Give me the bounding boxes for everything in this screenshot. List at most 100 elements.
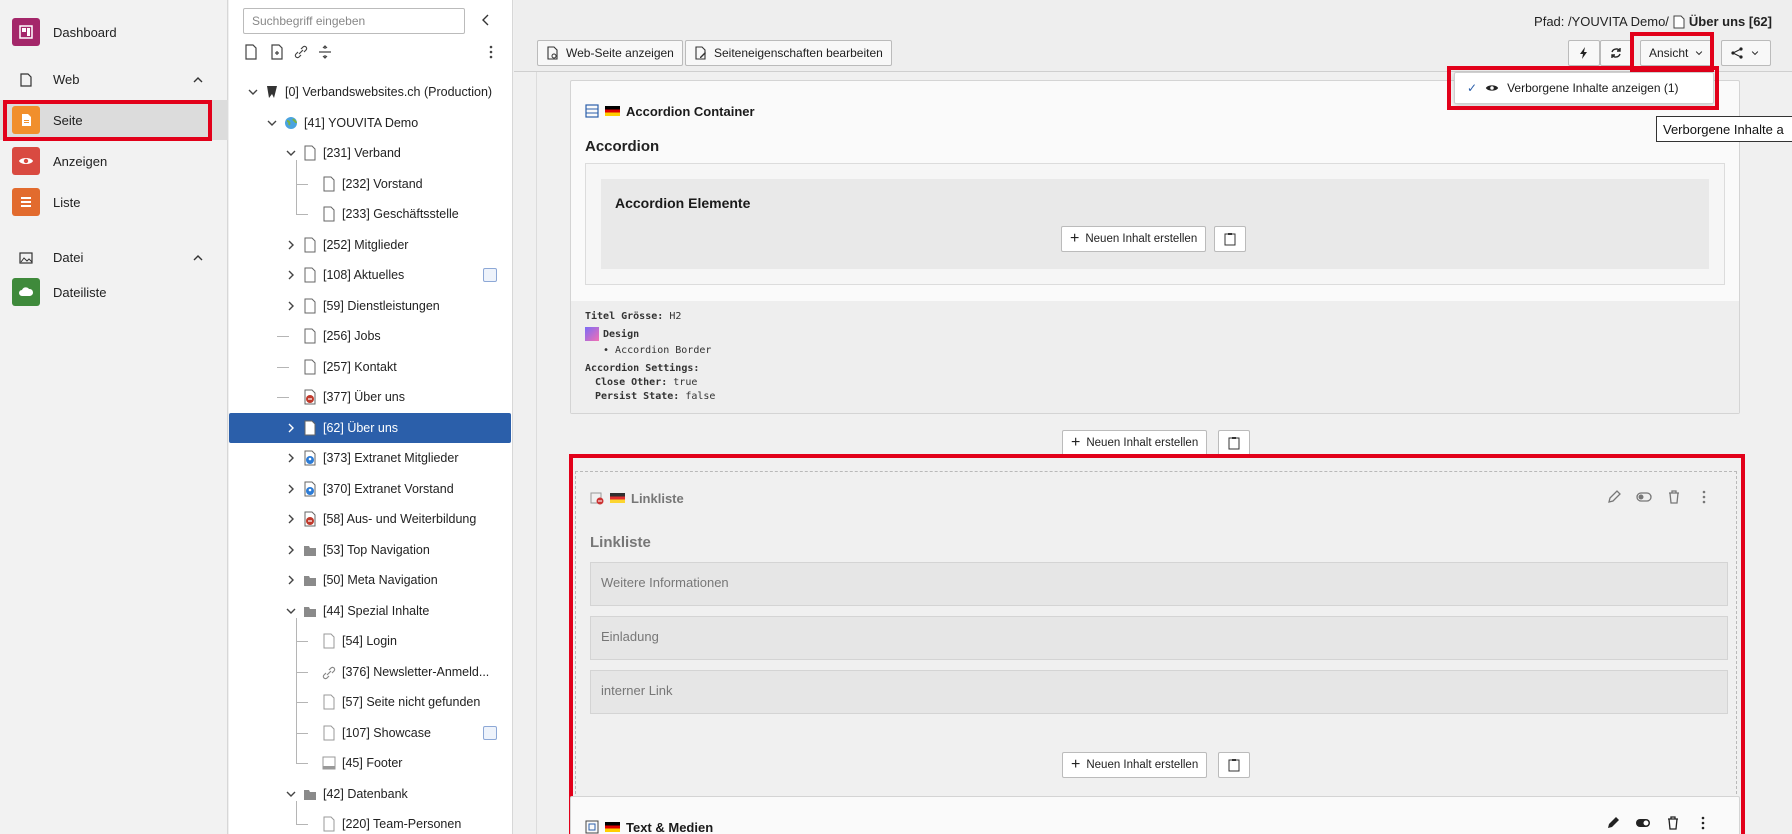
module-liste[interactable]: Liste: [0, 182, 228, 222]
tree-node[interactable]: [220] Team-Personen: [229, 809, 512, 834]
edit-icon[interactable]: [1605, 815, 1621, 831]
toggle-on-icon[interactable]: [1635, 815, 1651, 831]
trash-icon[interactable]: [1666, 489, 1682, 505]
paste-button[interactable]: [1218, 430, 1250, 456]
tree-connector: [277, 336, 289, 337]
tree-node-label: [233] Geschäftsstelle: [342, 207, 459, 221]
chevron-right-icon[interactable]: [285, 544, 297, 556]
tree-node[interactable]: [62] Über uns: [229, 412, 512, 443]
chevron-right-icon[interactable]: [285, 269, 297, 281]
new-content-button[interactable]: + Neuen Inhalt erstellen: [1061, 226, 1207, 252]
module-group-web[interactable]: Web: [0, 60, 228, 100]
module-dateiliste-label: Dateiliste: [53, 284, 107, 300]
tree-node[interactable]: [370] Extranet Vorstand: [229, 474, 512, 504]
edit-icon[interactable]: [1606, 489, 1622, 505]
tree-connector: [296, 214, 308, 215]
folder-icon: [303, 786, 317, 802]
chevron-down-icon[interactable]: [285, 147, 297, 159]
tree-node[interactable]: [59] Dienstleistungen: [229, 291, 512, 321]
chevron-right-icon[interactable]: [285, 513, 297, 525]
tree-node[interactable]: [373] Extranet Mitglieder: [229, 443, 512, 473]
new-content-button[interactable]: + Neuen Inhalt erstellen: [1062, 430, 1208, 456]
content-element-text-media[interactable]: Text & Medien: [570, 796, 1740, 834]
more-vertical-icon[interactable]: [483, 44, 499, 60]
module-seite[interactable]: Seite: [0, 100, 228, 140]
page-icon: [322, 206, 336, 222]
reload-button[interactable]: [1600, 40, 1632, 66]
edit-page-properties-button[interactable]: Seiteneigenschaften bearbeiten: [685, 40, 892, 66]
chevron-down-icon[interactable]: [285, 788, 297, 800]
paste-button[interactable]: [1218, 752, 1250, 778]
module-anzeigen[interactable]: Anzeigen: [0, 141, 228, 181]
new-page-arrow-icon[interactable]: [269, 44, 285, 60]
view-menu-button[interactable]: Ansicht: [1640, 40, 1712, 66]
tree-node[interactable]: [45] Footer: [229, 748, 512, 778]
chevron-left-icon[interactable]: [479, 12, 493, 28]
chevron-right-icon[interactable]: [285, 422, 297, 434]
link-list-item: Weitere Informationen: [590, 562, 1728, 606]
meta-design-item: • Accordion Border: [603, 345, 712, 356]
view-web-page-button[interactable]: Web-Seite anzeigen: [537, 40, 683, 66]
module-group-datei-label: Datei: [53, 250, 84, 265]
new-page-icon[interactable]: [243, 44, 259, 60]
bolt-icon: [1580, 47, 1587, 59]
tree-connector: [296, 824, 308, 825]
new-content-button[interactable]: + Neuen Inhalt erstellen: [1062, 752, 1208, 778]
chevron-right-icon[interactable]: [285, 300, 297, 312]
page-icon: [303, 267, 317, 283]
tree-node[interactable]: [44] Spezial Inhalte: [229, 596, 512, 626]
tree-node[interactable]: [0] Verbandswebsites.ch (Production): [229, 77, 512, 107]
view-menu-label: Ansicht: [1649, 46, 1689, 60]
tree-node[interactable]: [252] Mitglieder: [229, 230, 512, 260]
chevron-right-icon[interactable]: [285, 452, 297, 464]
toggle-off-icon[interactable]: [1636, 489, 1652, 505]
module-dateiliste[interactable]: Dateiliste: [0, 272, 228, 312]
page-module-icon: [12, 106, 40, 134]
tree-node[interactable]: [41] YOUVITA Demo: [229, 108, 512, 138]
chevron-right-icon[interactable]: [285, 483, 297, 495]
page-icon: [303, 237, 317, 253]
chevron-down-icon[interactable]: [247, 86, 259, 98]
ce-title: Linkliste: [590, 534, 651, 551]
module-dashboard[interactable]: Dashboard: [0, 12, 228, 52]
tree-connector: [296, 702, 308, 703]
more-vertical-icon[interactable]: [1696, 489, 1712, 505]
page-icon: [322, 176, 336, 192]
tree-node[interactable]: [231] Verband: [229, 138, 512, 168]
tree-node[interactable]: [257] Kontakt: [229, 352, 512, 382]
tree-node-label: [41] YOUVITA Demo: [304, 115, 419, 130]
tree-node[interactable]: [233] Geschäftsstelle: [229, 199, 512, 229]
content-element-accordion[interactable]: Accordion Container Accordion Accordion …: [570, 80, 1740, 414]
tree-node[interactable]: [54] Login: [229, 626, 512, 656]
share-button[interactable]: [1721, 40, 1771, 66]
more-vertical-icon[interactable]: [1695, 815, 1711, 831]
tree-node[interactable]: [256] Jobs: [229, 321, 512, 351]
tree-node[interactable]: [377] Über uns: [229, 382, 512, 412]
tree-node[interactable]: [107] Showcase: [229, 718, 512, 748]
link-icon[interactable]: [293, 44, 309, 60]
tree-node[interactable]: [232] Vorstand: [229, 169, 512, 199]
trash-icon[interactable]: [1665, 815, 1681, 831]
page-icon: [20, 73, 32, 87]
chevron-right-icon[interactable]: [285, 239, 297, 251]
show-hidden-content-option[interactable]: ✓ Verborgene Inhalte anzeigen (1): [1454, 72, 1714, 104]
tree-node-label: [376] Newsletter-Anmeld...: [342, 664, 490, 679]
tree-node[interactable]: [376] Newsletter-Anmeld...: [229, 657, 512, 687]
tree-node[interactable]: [108] Aktuelles: [229, 260, 512, 290]
chevron-down-icon[interactable]: [266, 117, 278, 129]
tree-node[interactable]: [53] Top Navigation: [229, 535, 512, 565]
tree-node[interactable]: [58] Aus- und Weiterbildung: [229, 504, 512, 534]
tree-connector: [296, 641, 308, 642]
tree-node[interactable]: [57] Seite nicht gefunden: [229, 687, 512, 717]
clear-cache-button[interactable]: [1568, 40, 1600, 66]
chevron-down-icon[interactable]: [285, 605, 297, 617]
tree-node-label: [0] Verbandswebsites.ch (Production): [285, 85, 493, 99]
tree-node[interactable]: [42] Datenbank: [229, 779, 512, 809]
cloud-folder-icon: [12, 278, 40, 306]
paste-button[interactable]: [1214, 226, 1246, 252]
separator-icon[interactable]: [317, 44, 333, 60]
chevron-down-icon: [1696, 51, 1703, 56]
chevron-right-icon[interactable]: [285, 574, 297, 586]
tree-search-input[interactable]: [243, 8, 465, 34]
tree-node[interactable]: [50] Meta Navigation: [229, 565, 512, 595]
